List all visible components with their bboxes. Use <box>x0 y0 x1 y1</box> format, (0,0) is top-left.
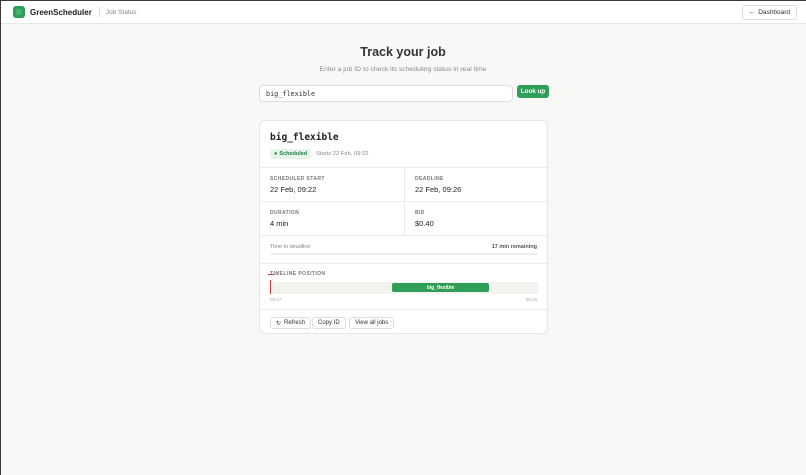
starts-text: Starts 22 Feb, 09:22 <box>316 151 369 157</box>
timeline-start-time: 09:17 <box>270 297 282 302</box>
job-id-input[interactable]: big_flexible <box>259 85 513 102</box>
arrow-left-icon: ← <box>748 9 756 16</box>
scheduled-start-value: 22 Feb, 09:22 <box>270 185 317 194</box>
breadcrumb: Job Status <box>105 8 137 16</box>
view-all-jobs-button[interactable]: View all jobs <box>349 317 395 329</box>
copy-id-button[interactable]: Copy ID <box>312 317 346 329</box>
deadline-progress-bar <box>270 253 538 255</box>
page-subtitle: Enter a job ID to check its scheduling s… <box>319 66 487 73</box>
status-badge: ● Scheduled <box>270 149 312 159</box>
divider <box>260 235 547 236</box>
timeline-end-time: 09:28 <box>525 297 537 302</box>
time-remaining: 17 min remaining <box>491 244 537 250</box>
header-divider <box>98 7 100 17</box>
timeline-track: big_flexible <box>270 282 538 294</box>
timeline-job-bar[interactable]: big_flexible <box>392 283 489 292</box>
job-status-card: big_flexible ● Scheduled Starts 22 Feb, … <box>259 120 548 334</box>
bid-label: BID <box>415 210 425 216</box>
bid-value: $0.40 <box>415 219 434 228</box>
deadline-value: 22 Feb, 09:26 <box>415 185 462 194</box>
status-badge-label: Scheduled <box>279 151 308 157</box>
divider <box>260 309 547 310</box>
top-bar: GreenScheduler Job Status ← Dashboard <box>1 1 806 24</box>
timeline-label: TIMELINE POSITION <box>270 271 326 277</box>
look-up-button[interactable]: Look up <box>517 85 549 98</box>
duration-value: 4 min <box>270 219 289 228</box>
now-marker <box>270 280 271 294</box>
brand-name[interactable]: GreenScheduler <box>30 8 92 17</box>
scheduled-start-label: SCHEDULED START <box>270 176 325 182</box>
divider <box>260 201 547 202</box>
deadline-label: DEADLINE <box>415 176 444 182</box>
status-dot-icon: ● <box>274 151 278 157</box>
refresh-icon: ↻ <box>276 320 282 327</box>
logo-icon <box>13 6 25 18</box>
time-to-deadline-label: Time to deadline <box>270 244 311 250</box>
dashboard-button[interactable]: ← Dashboard <box>741 5 797 20</box>
refresh-button[interactable]: ↻ Refresh <box>270 317 312 329</box>
duration-label: DURATION <box>270 210 300 216</box>
page-title: Track your job <box>360 45 446 59</box>
refresh-button-label: Refresh <box>284 320 306 326</box>
divider <box>260 263 547 264</box>
job-name: big_flexible <box>270 132 339 143</box>
dashboard-button-label: Dashboard <box>758 9 790 16</box>
now-marker-tick <box>268 274 274 275</box>
